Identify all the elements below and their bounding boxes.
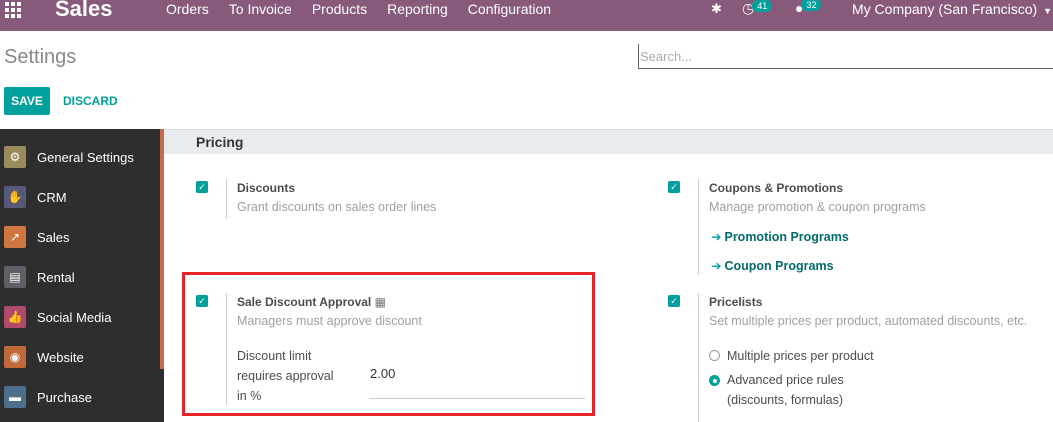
section-title-pricing: Pricing [196, 134, 244, 150]
sidebar-item-sales[interactable]: ↗ Sales [0, 217, 160, 257]
advanced-rules-label: Advanced price rules (discounts, formula… [727, 370, 844, 410]
multiple-prices-label: Multiple prices per product [727, 349, 874, 363]
promotion-programs-link[interactable]: ➔ Promotion Programs [711, 229, 849, 244]
debug-bug-icon[interactable]: ✱ [711, 1, 722, 17]
divider [698, 293, 699, 422]
caret-down-icon: ▼ [1043, 6, 1053, 16]
app-brand: Sales [55, 0, 113, 21]
menu-products[interactable]: Products [312, 1, 367, 17]
menu-orders[interactable]: Orders [166, 1, 209, 17]
sidebar-item-label: Rental [37, 269, 75, 285]
sidebar-item-label: Purchase [37, 389, 92, 405]
search-input[interactable] [639, 44, 1053, 68]
messages-button[interactable]: ● 32 [795, 0, 822, 16]
main-menu: Orders To Invoice Products Reporting Con… [166, 1, 571, 17]
top-navbar: Sales Orders To Invoice Products Reporti… [0, 0, 1053, 31]
label-line: Advanced price rules [727, 373, 844, 387]
activity-badge: 41 [752, 0, 773, 12]
discounts-title: Discounts [237, 181, 296, 195]
chart-icon: ↗ [4, 226, 26, 248]
sidebar-item-purchase[interactable]: ▬ Purchase [0, 377, 160, 417]
search-box [638, 44, 1053, 69]
arrow-right-icon: ➔ [711, 230, 722, 244]
coupon-programs-link[interactable]: ➔ Coupon Programs [711, 258, 834, 273]
discounts-desc: Grant discounts on sales order lines [237, 200, 437, 214]
credit-card-icon: ▬ [4, 386, 26, 408]
handshake-icon: ✋ [4, 186, 26, 208]
sidebar-item-label: CRM [37, 189, 67, 205]
sidebar-item-general-settings[interactable]: ⚙ General Settings [0, 137, 160, 177]
card-icon: ▤ [4, 266, 26, 288]
advanced-rules-radio[interactable] [709, 375, 720, 386]
sidebar-item-label: General Settings [37, 149, 134, 165]
company-switcher[interactable]: My Company (San Francisco) ▼ [852, 1, 1052, 17]
thumbs-up-icon: 👍 [4, 306, 26, 328]
settings-sidebar: ⚙ General Settings ✋ CRM ↗ Sales ▤ Renta… [0, 129, 164, 422]
sidebar-item-rental[interactable]: ▤ Rental [0, 257, 160, 297]
sidebar-item-crm[interactable]: ✋ CRM [0, 177, 160, 217]
save-button[interactable]: SAVE [4, 87, 50, 115]
menu-reporting[interactable]: Reporting [387, 1, 448, 17]
divider [226, 179, 227, 219]
menu-configuration[interactable]: Configuration [468, 1, 551, 17]
divider [698, 179, 699, 275]
sidebar-item-label: Sales [37, 229, 70, 245]
gear-icon: ⚙ [4, 146, 26, 168]
company-name: My Company (San Francisco) [852, 1, 1038, 17]
link-label: Coupon Programs [724, 259, 834, 273]
highlight-annotation-box [182, 272, 595, 416]
sidebar-item-social-media[interactable]: 👍 Social Media [0, 297, 160, 337]
coupons-desc: Manage promotion & coupon programs [709, 200, 926, 214]
pricelists-title: Pricelists [709, 295, 763, 309]
page-title: Settings [4, 46, 77, 68]
messages-badge: 32 [801, 0, 822, 11]
sidebar-item-label: Social Media [37, 309, 112, 325]
section-header: Pricing [164, 129, 1053, 154]
discard-button[interactable]: DISCARD [63, 94, 118, 108]
apps-grid-icon[interactable] [5, 2, 21, 18]
sidebar-item-website[interactable]: ◉ Website [0, 337, 160, 377]
coupons-title: Coupons & Promotions [709, 181, 843, 195]
pricelists-checkbox[interactable]: ✓ [668, 295, 680, 307]
label-line: (discounts, formulas) [727, 393, 844, 407]
sidebar-item-label: Website [37, 349, 84, 365]
link-label: Promotion Programs [724, 230, 849, 244]
discounts-checkbox[interactable]: ✓ [196, 181, 208, 193]
menu-to-invoice[interactable]: To Invoice [229, 1, 292, 17]
multiple-prices-radio[interactable] [709, 350, 720, 361]
activity-button[interactable]: ◷ 41 [742, 0, 773, 17]
coupons-checkbox[interactable]: ✓ [668, 181, 680, 193]
pricelists-desc: Set multiple prices per product, automat… [709, 314, 1028, 328]
globe-icon: ◉ [4, 346, 26, 368]
arrow-right-icon: ➔ [711, 259, 722, 273]
